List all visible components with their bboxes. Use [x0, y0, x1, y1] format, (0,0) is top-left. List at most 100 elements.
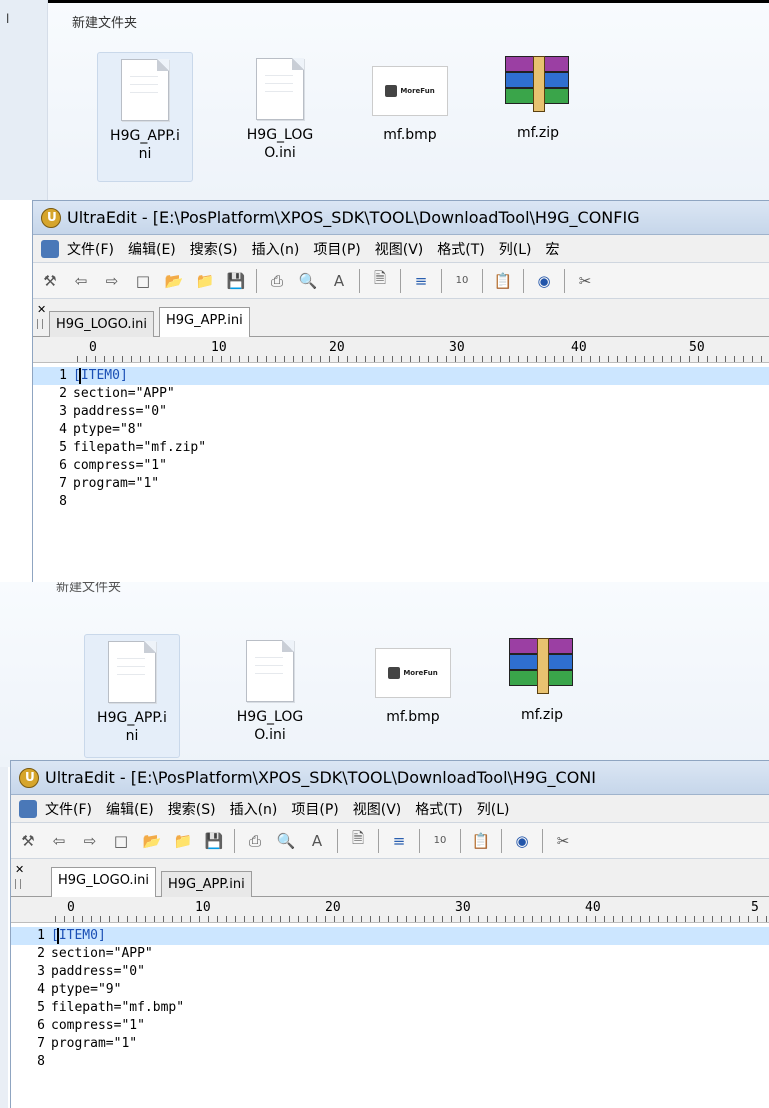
print-preview-icon[interactable]: 🔍: [275, 830, 297, 852]
ruler-label: 40: [571, 340, 587, 355]
text-cursor: [79, 368, 81, 384]
line-number: 6: [59, 458, 67, 473]
line-number: 3: [37, 964, 45, 979]
code-line: 6 compress="1": [11, 1017, 769, 1035]
wrench-icon[interactable]: ⚒: [39, 270, 61, 292]
brand-label: MoreFun: [403, 669, 438, 677]
ini-file-icon: [246, 640, 294, 702]
bmp-file-icon: MoreFun: [375, 648, 451, 698]
tab-h9g-app-ini[interactable]: H9G_APP.ini: [159, 307, 250, 338]
toolbar-separator: [501, 828, 502, 853]
toolbar-separator: [359, 268, 360, 293]
file-name: mf.bmp: [383, 127, 437, 143]
window-title-bar[interactable]: UltraEdit - [E:\PosPlatform\XPOS_SDK\TOO…: [33, 201, 769, 235]
word-wrap-icon[interactable]: ≡: [410, 270, 432, 292]
line-text: program="1": [51, 1036, 138, 1051]
pin-icon[interactable]: [15, 879, 21, 889]
document-icon[interactable]: 🗎: [369, 269, 391, 292]
file-h9g-logo-ini[interactable]: H9G_LOG O.ini: [232, 52, 328, 182]
globe-icon[interactable]: ◉: [533, 270, 555, 292]
wrench-icon[interactable]: ⚒: [17, 830, 39, 852]
menu-view[interactable]: 视图(V): [353, 799, 402, 819]
print-preview-icon[interactable]: 🔍: [297, 270, 319, 292]
new-file-icon[interactable]: □: [110, 830, 132, 852]
hex-edit-icon[interactable]: 10: [451, 270, 473, 292]
ruler-label: 40: [585, 900, 601, 915]
file-h9g-logo-ini[interactable]: H9G_LOG O.ini: [222, 634, 318, 758]
menu-file[interactable]: 文件(F): [67, 239, 114, 259]
hex-edit-icon[interactable]: 10: [429, 830, 451, 852]
spell-check-icon[interactable]: A: [306, 830, 328, 852]
menu-search[interactable]: 搜索(S): [168, 799, 216, 819]
save-icon[interactable]: 💾: [225, 270, 247, 292]
editor-area[interactable]: 1 [ITEM0] 2 section="APP" 3 paddress="0" 4p…: [33, 363, 769, 511]
line-text: paddress="0": [51, 964, 145, 979]
word-wrap-icon[interactable]: ≡: [388, 830, 410, 852]
line-number: 1: [37, 928, 45, 943]
clipboard-icon[interactable]: 📋: [470, 830, 492, 852]
menu-column[interactable]: 列(L): [499, 239, 532, 259]
menu-project[interactable]: 项目(P): [313, 239, 360, 259]
print-icon[interactable]: ⎙: [244, 830, 266, 852]
menu-view[interactable]: 视图(V): [375, 239, 424, 259]
toolbar-separator: [419, 828, 420, 853]
column-ruler: 0 10 20 30 40 5: [11, 897, 769, 923]
forward-arrow-icon[interactable]: ⇨: [79, 830, 101, 852]
menu-search[interactable]: 搜索(S): [190, 239, 238, 259]
menu-edit[interactable]: 编辑(E): [128, 239, 176, 259]
tab-h9g-logo-ini[interactable]: H9G_LOGO.ini: [49, 311, 155, 337]
code-line: 1 [ITEM0]: [33, 367, 769, 385]
new-file-icon[interactable]: □: [132, 270, 154, 292]
save-icon[interactable]: 💾: [203, 830, 225, 852]
menu-file[interactable]: 文件(F): [45, 799, 92, 819]
print-icon[interactable]: ⎙: [266, 270, 288, 292]
window-title-bar[interactable]: UltraEdit - [E:\PosPlatform\XPOS_SDK\TOO…: [11, 761, 769, 795]
menu-column[interactable]: 列(L): [477, 799, 510, 819]
document-menu-icon[interactable]: [19, 799, 37, 818]
ruler-label: 50: [689, 340, 705, 355]
menu-format[interactable]: 格式(T): [437, 239, 484, 259]
cut-icon[interactable]: ✂: [574, 270, 596, 292]
spell-check-icon[interactable]: A: [328, 270, 350, 292]
tab-h9g-logo-ini[interactable]: H9G_LOGO.ini: [51, 867, 157, 898]
line-text: program="1": [73, 476, 160, 491]
open-folder-icon[interactable]: 📁: [172, 830, 194, 852]
file-mf-bmp[interactable]: MoreFun mf.bmp: [365, 634, 461, 758]
menu-insert[interactable]: 插入(n): [252, 239, 300, 259]
open-folder-icon[interactable]: 📂: [141, 830, 163, 852]
document-menu-icon[interactable]: [41, 239, 59, 258]
file-mf-zip[interactable]: mf.zip: [490, 52, 586, 182]
pin-icon[interactable]: [37, 319, 43, 329]
forward-arrow-icon[interactable]: ⇨: [101, 270, 123, 292]
document-icon[interactable]: 🗎: [347, 829, 369, 852]
ruler-label: 30: [449, 340, 465, 355]
line-number: 8: [37, 1054, 45, 1069]
file-h9g-app-ini[interactable]: H9G_APP.i ni: [97, 52, 193, 182]
menu-project[interactable]: 项目(P): [291, 799, 338, 819]
clipboard-icon[interactable]: 📋: [492, 270, 514, 292]
close-icon[interactable]: ✕: [37, 303, 46, 316]
tab-h9g-app-ini[interactable]: H9G_APP.ini: [161, 871, 252, 897]
menu-macro[interactable]: 宏: [545, 239, 559, 259]
code-line: 4 ptype="9": [11, 981, 769, 999]
toolbar-separator: [564, 268, 565, 293]
close-icon[interactable]: ✕: [15, 863, 24, 876]
file-mf-zip[interactable]: mf.zip: [494, 634, 590, 758]
open-folder-icon[interactable]: 📁: [194, 270, 216, 292]
zip-archive-icon: [505, 634, 579, 696]
navigation-pane[interactable]: [0, 0, 48, 200]
code-line: 3 paddress="0": [11, 963, 769, 981]
menu-format[interactable]: 格式(T): [415, 799, 462, 819]
globe-icon[interactable]: ◉: [511, 830, 533, 852]
cut-icon[interactable]: ✂: [552, 830, 574, 852]
back-arrow-icon[interactable]: ⇦: [70, 270, 92, 292]
menu-edit[interactable]: 编辑(E): [106, 799, 154, 819]
file-name: H9G_LOG O.ini: [246, 127, 314, 161]
menu-insert[interactable]: 插入(n): [230, 799, 278, 819]
open-folder-icon[interactable]: 📂: [163, 270, 185, 292]
divider: [0, 0, 769, 3]
file-mf-bmp[interactable]: MoreFun mf.bmp: [362, 52, 458, 182]
file-h9g-app-ini[interactable]: H9G_APP.i ni: [84, 634, 180, 758]
editor-area[interactable]: 1 [ITEM0] 2 section="APP" 3 paddress="0" 4p…: [11, 923, 769, 1071]
back-arrow-icon[interactable]: ⇦: [48, 830, 70, 852]
